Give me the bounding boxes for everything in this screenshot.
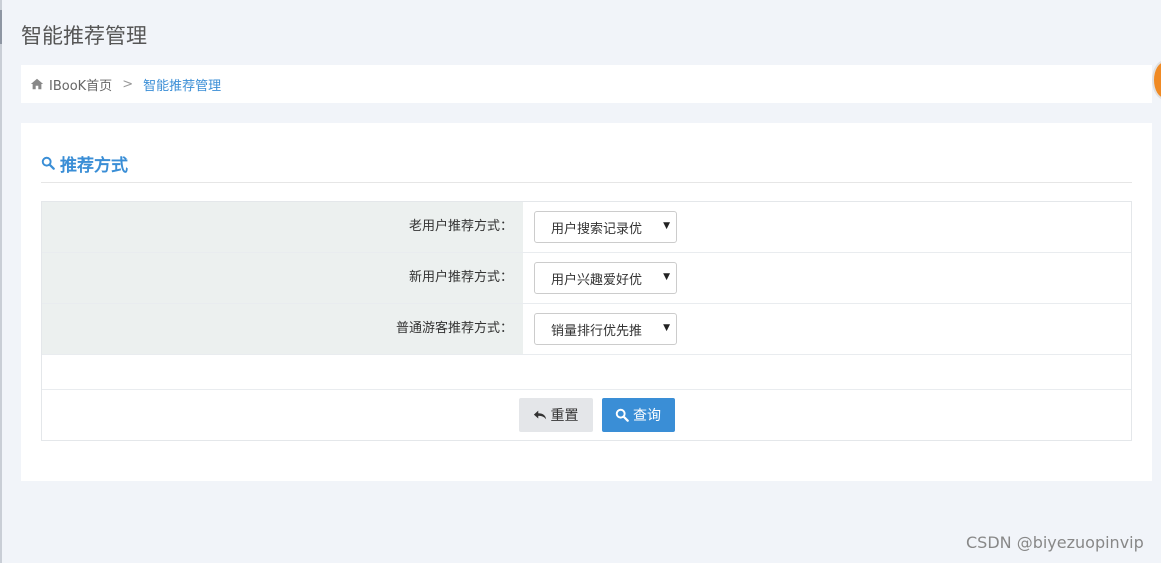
home-icon bbox=[30, 78, 44, 90]
watermark: CSDN @biyezuopinvip bbox=[966, 533, 1144, 552]
form-row-guest: 普通游客推荐方式： 销量排行优先推 ▼ bbox=[42, 304, 1131, 355]
form-row-old-user: 老用户推荐方式： 用户搜索记录优 ▼ bbox=[42, 202, 1131, 253]
guest-select-value: 销量排行优先推 bbox=[551, 323, 643, 339]
guest-select[interactable]: 销量排行优先推 ▼ bbox=[534, 313, 677, 345]
reset-label: 重置 bbox=[550, 407, 579, 423]
search-icon bbox=[615, 408, 629, 422]
form-table: 老用户推荐方式： 用户搜索记录优 ▼ 新用户推荐方式： 用户兴趣爱好优 ▼ 普通… bbox=[41, 201, 1132, 441]
breadcrumb: IBooK首页 > 智能推荐管理 bbox=[21, 65, 1152, 103]
breadcrumb-separator: > bbox=[122, 76, 134, 92]
old-user-select[interactable]: 用户搜索记录优 ▼ bbox=[534, 211, 677, 243]
search-icon bbox=[41, 156, 55, 170]
floating-widget[interactable] bbox=[1152, 60, 1161, 100]
old-user-select-value: 用户搜索记录优 bbox=[551, 221, 643, 237]
guest-cell: 销量排行优先推 ▼ bbox=[523, 304, 1131, 354]
chevron-down-icon: ▼ bbox=[663, 221, 670, 231]
query-button[interactable]: 查询 bbox=[601, 398, 675, 432]
recommend-panel: 推荐方式 老用户推荐方式： 用户搜索记录优 ▼ 新用户推荐方式： 用户兴趣爱好优… bbox=[21, 123, 1152, 481]
left-border-mark bbox=[0, 10, 2, 44]
reset-button[interactable]: 重置 bbox=[518, 398, 593, 432]
breadcrumb-home-link[interactable]: IBooK首页 bbox=[49, 75, 112, 94]
undo-icon bbox=[533, 410, 546, 420]
chevron-down-icon: ▼ bbox=[663, 323, 670, 333]
new-user-label: 新用户推荐方式： bbox=[42, 253, 523, 303]
new-user-select-value: 用户兴趣爱好优 bbox=[551, 272, 643, 288]
guest-label: 普通游客推荐方式： bbox=[42, 304, 523, 354]
new-user-cell: 用户兴趣爱好优 ▼ bbox=[523, 253, 1131, 303]
old-user-cell: 用户搜索记录优 ▼ bbox=[523, 202, 1131, 252]
button-row: 重置 查询 bbox=[42, 390, 1131, 441]
breadcrumb-current: 智能推荐管理 bbox=[143, 78, 222, 94]
panel-header: 推荐方式 bbox=[41, 143, 128, 183]
blank-row bbox=[42, 355, 1131, 390]
new-user-select[interactable]: 用户兴趣爱好优 ▼ bbox=[534, 262, 677, 294]
page-title: 智能推荐管理 bbox=[21, 24, 147, 48]
chevron-down-icon: ▼ bbox=[663, 272, 670, 282]
form-row-new-user: 新用户推荐方式： 用户兴趣爱好优 ▼ bbox=[42, 253, 1131, 304]
panel-divider bbox=[41, 182, 1132, 183]
query-label: 查询 bbox=[633, 407, 661, 423]
panel-title: 推荐方式 bbox=[60, 155, 128, 176]
left-border bbox=[0, 0, 2, 563]
old-user-label: 老用户推荐方式： bbox=[42, 202, 523, 252]
